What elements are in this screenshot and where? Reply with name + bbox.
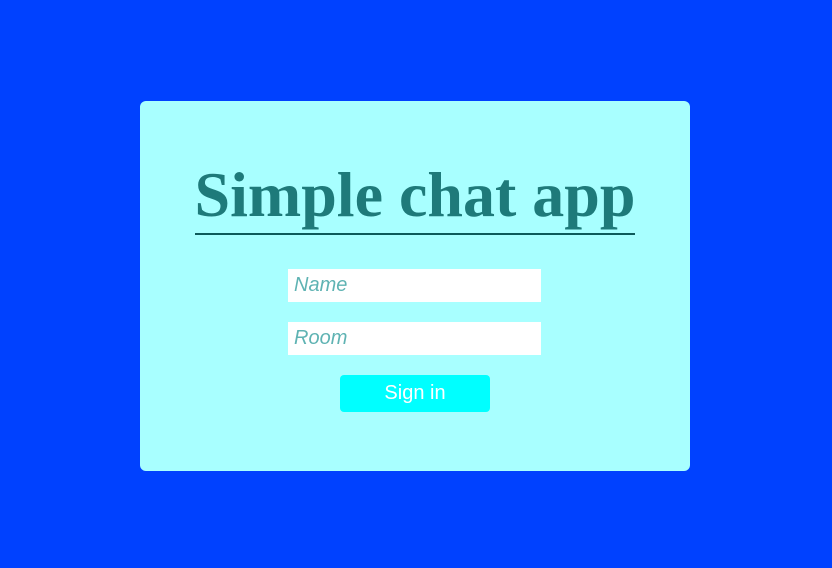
name-input[interactable] — [288, 269, 541, 302]
room-input[interactable] — [288, 322, 541, 355]
page-title: Simple chat app — [194, 157, 636, 235]
sign-in-button[interactable]: Sign in — [340, 375, 490, 412]
page-title-container: Simple chat app — [140, 157, 690, 235]
login-card: Simple chat app Sign in — [140, 101, 690, 471]
